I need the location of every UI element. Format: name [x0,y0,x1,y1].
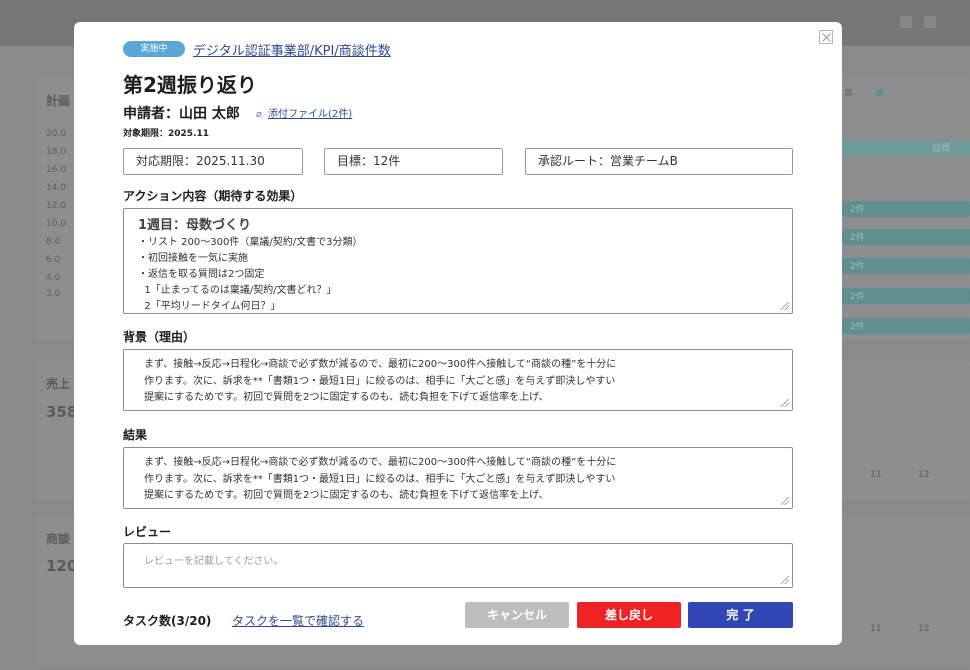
attachment-link[interactable]: ⌀ 添付ファイル(2件) [256,105,352,120]
background-x-tick: 12 [918,624,930,634]
approval-route-field: 承認ルート：営業チームB [525,148,793,175]
background-bar: 目標 [842,140,970,156]
background-x-tick: 11 [870,470,882,480]
background-textarea[interactable]: まず、接触→反応→日程化→商談で必ず数が減るので、最初に200〜300件へ接触し… [123,349,793,411]
breadcrumb-link[interactable]: デジタル認証事業部/KPI/商談件数 [193,40,391,59]
background-section-title: 計画 [46,94,71,108]
complete-button[interactable]: 完 了 [688,602,793,628]
background-bar: 2件 [842,229,970,245]
task-list-link[interactable]: タスクを一覧で確認する [232,612,364,629]
resize-handle-icon[interactable] [781,576,789,584]
result-textarea[interactable]: まず、接触→反応→日程化→商談で必ず数が減るので、最初に200〜300件へ接触し… [123,447,793,509]
review-label: レビュー [123,525,172,539]
attachment-link-label: 添付ファイル(2件) [268,109,353,120]
task-count: タスク数(3/20) [123,614,212,628]
background-bar: 2件 [842,288,970,304]
action-label: アクション内容（期待する効果） [123,189,303,203]
resize-handle-icon[interactable] [781,399,789,407]
background-x-tick: 11 [870,624,882,634]
resize-handle-icon[interactable] [781,497,789,505]
status-badge: 実施中 [123,41,185,57]
result-label: 結果 [123,428,148,442]
action-textarea[interactable]: 1週目：母数づくり ・リスト 200〜300件（稟議/契約/文書で3分類） ・初… [123,208,793,314]
background-y-tick: 12.0 [46,201,67,211]
action-heading: 1週目：母数づくり [138,218,252,233]
background-bar: 2件 [842,258,970,274]
background-metric-value: 120 [46,557,78,575]
background-y-tick: 16.0 [46,165,67,175]
background-y-tick: 20.0 [46,129,67,139]
review-textarea[interactable]: レビューを記載してください。 [123,543,793,588]
action-line: ・リスト 200〜300件（稟議/契約/文書で3分類） [138,237,363,248]
background-icon [900,16,912,28]
background-legend [876,88,886,97]
background-line: 提案にするためです。初回で質問を2つに固定するのも、読む負担を下げて返信率を上げ… [144,392,549,403]
background-x-tick: 12 [918,470,930,480]
background-y-tick: 8.0 [46,237,61,247]
background-y-tick: 18.0 [46,147,67,157]
review-placeholder: レビューを記載してください。 [144,556,284,567]
close-icon[interactable] [819,30,833,44]
background-metric-value: 358 [46,403,78,421]
background-y-tick: 14.0 [46,183,67,193]
resize-handle-icon[interactable] [781,302,789,310]
page-title: 第2週振り返り [123,73,257,97]
background-y-tick: 6.0 [46,255,61,265]
background-section-title: 売上 [46,377,71,391]
deadline-field: 対応期限：2025.11.30 [123,148,303,175]
send-back-button[interactable]: 差し戻し [577,602,681,628]
action-line: ・初回接触を一気に実施 [138,253,248,264]
action-line: ・返信を取る質問は2つ固定 [138,269,265,280]
result-line: まず、接触→反応→日程化→商談で必ず数が減るので、最初に200〜300件へ接触し… [144,457,617,468]
background-line: 作ります。次に、訴求を**「書類1つ・最短1日」に絞るのは、相手に「大ごと感」を… [144,375,616,387]
target-period: 対象期限：2025.11 [123,129,209,139]
action-line: 1「止まってるのは稟議/契約/文書どれ？」 [138,285,337,296]
background-legend [845,88,855,97]
review-modal: 実施中 デジタル認証事業部/KPI/商談件数 第2週振り返り 申請者：山田 太郎… [74,22,842,645]
background-icon [924,16,936,28]
action-line: 2「平均リードタイム何日？」 [138,301,281,312]
background-label: 背景（理由） [123,330,196,344]
background-y-tick: 4.0 [46,273,61,283]
result-line: 提案にするためです。初回で質問を2つに固定するのも、読む負担を下げて返信率を上げ… [144,490,549,501]
background-section-title: 商談 [46,532,71,546]
background-y-tick: 3.0 [46,289,61,299]
background-line: まず、接触→反応→日程化→商談で必ず数が減るので、最初に200〜300件へ接触し… [144,359,617,370]
applicant-name: 申請者：山田 太郎 [123,106,240,122]
cancel-button[interactable]: キャンセル [465,602,569,628]
background-bar: 2件 [842,201,970,217]
background-y-tick: 10.0 [46,219,67,229]
background-bar: 2件 [842,318,970,334]
paperclip-icon: ⌀ [256,109,263,120]
result-line: 作ります。次に、訴求を**「書類1つ・最短1日」に絞るのは、相手に「大ごと感」を… [144,473,616,485]
goal-field: 目標：12件 [324,148,503,175]
